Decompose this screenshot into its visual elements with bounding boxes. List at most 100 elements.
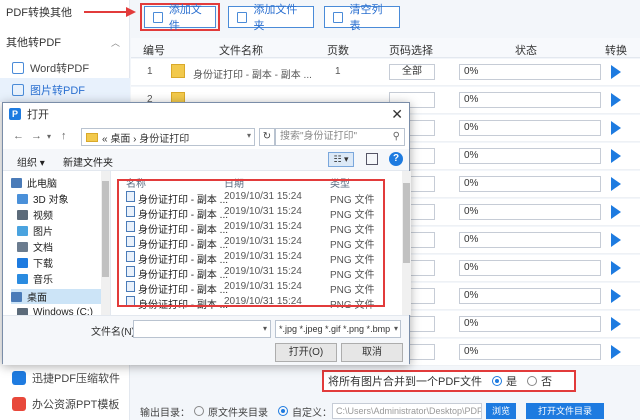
progress-bar: 0% bbox=[459, 148, 601, 164]
merge-option-bar: 将所有图片合并到一个PDF文件 是 否 bbox=[322, 370, 576, 392]
image-icon bbox=[12, 84, 24, 96]
progress-bar: 0% bbox=[459, 204, 601, 220]
play-icon[interactable] bbox=[611, 233, 621, 247]
refresh-button[interactable]: ↻ bbox=[259, 128, 275, 146]
play-icon[interactable] bbox=[611, 149, 621, 163]
sidebar-item-label: 迅捷PDF压缩软件 bbox=[32, 373, 120, 385]
image-thumbnail-icon bbox=[171, 64, 185, 78]
sidebar-item-word-to-pdf[interactable]: Word转PDF bbox=[0, 56, 130, 80]
play-icon[interactable] bbox=[611, 93, 621, 107]
sidebar-section-label: PDF转换其他 bbox=[6, 7, 72, 19]
filename-label: 文件名(N): bbox=[91, 327, 138, 338]
add-folder-label: 添加文件夹 bbox=[253, 4, 298, 32]
play-icon[interactable] bbox=[611, 177, 621, 191]
chevron-down-icon[interactable]: ▾ bbox=[247, 131, 251, 140]
play-icon[interactable] bbox=[611, 261, 621, 275]
sidebar-item-pdf-compress[interactable]: 迅捷PDF压缩软件 bbox=[0, 366, 130, 390]
row-pages: 1 bbox=[335, 66, 341, 77]
progress-bar: 0% bbox=[459, 344, 601, 360]
merge-no-radio[interactable] bbox=[527, 376, 537, 386]
page-range-select[interactable]: 全部 bbox=[389, 64, 435, 80]
view-options-button[interactable]: ☷ ▾ bbox=[328, 152, 354, 167]
play-icon[interactable] bbox=[611, 65, 621, 79]
tree-item[interactable]: 图片 bbox=[17, 223, 53, 238]
open-output-folder-button[interactable]: 打开文件目录 bbox=[526, 403, 605, 419]
column-header: 状态 bbox=[515, 45, 537, 57]
open-button[interactable]: 打开(O) bbox=[275, 343, 337, 362]
progress-bar: 0% bbox=[459, 260, 601, 276]
back-arrow-icon[interactable]: ← bbox=[13, 130, 24, 142]
forward-arrow-icon[interactable]: → bbox=[31, 130, 42, 142]
merge-yes-radio[interactable] bbox=[492, 376, 502, 386]
tree-item[interactable]: 桌面 bbox=[11, 289, 107, 304]
document-icon bbox=[12, 62, 24, 74]
sidebar-item-ppt-templates[interactable]: 办公资源PPT模板 bbox=[0, 392, 130, 416]
tree-item-label: 桌面 bbox=[27, 293, 47, 304]
add-file-button[interactable]: 添加文件 bbox=[144, 4, 216, 32]
help-icon[interactable]: ? bbox=[389, 152, 403, 166]
sidebar-item-label: 图片转PDF bbox=[30, 85, 85, 97]
output-path-field[interactable]: C:\Users\Administrator\Desktop\PDF转换 bbox=[332, 403, 482, 419]
address-bar[interactable]: « 桌面 › 身份证打印 ▾ bbox=[81, 128, 255, 146]
chevron-down-icon[interactable]: ▾ bbox=[263, 324, 267, 333]
nav-scrollbar-thumb[interactable] bbox=[102, 181, 109, 277]
output-label: 输出目录： bbox=[140, 407, 190, 419]
address-breadcrumb: « 桌面 › 身份证打印 bbox=[102, 133, 190, 145]
file-list-scrollbar[interactable] bbox=[402, 171, 411, 315]
chevron-up-icon: ︿ bbox=[110, 37, 120, 48]
tree-item-label: 3D 对象 bbox=[33, 195, 69, 206]
progress-bar: 0% bbox=[459, 120, 601, 136]
tree-item[interactable]: 此电脑 bbox=[11, 175, 57, 190]
tree-item[interactable]: 下载 bbox=[17, 255, 53, 270]
sidebar-item-image-to-pdf[interactable]: 图片转PDF bbox=[0, 78, 130, 102]
tree-item[interactable]: 文档 bbox=[17, 239, 53, 254]
dialog-nav-row: ← → ▾ ↑ « 桌面 › 身份证打印 ▾ ↻ 搜索"身份证打印" ⚲ bbox=[3, 125, 409, 149]
output-custom-radio[interactable] bbox=[278, 406, 288, 416]
progress-bar: 0% bbox=[459, 64, 601, 80]
play-icon[interactable] bbox=[611, 289, 621, 303]
folder-icon bbox=[17, 241, 28, 252]
folder-icon bbox=[17, 209, 28, 220]
add-folder-button[interactable]: 添加文件夹 bbox=[228, 4, 314, 32]
cancel-button[interactable]: 取消 bbox=[341, 343, 403, 362]
sidebar-section-label: 其他转PDF bbox=[6, 37, 61, 49]
dialog-command-bar: 组织 ▾ 新建文件夹 ☷ ▾ ? bbox=[3, 149, 409, 171]
filename-input[interactable]: ▾ bbox=[133, 320, 271, 338]
merge-label: 将所有图片合并到一个PDF文件 bbox=[328, 376, 482, 388]
merge-yes-label: 是 bbox=[506, 376, 517, 388]
merge-no-label: 否 bbox=[541, 376, 552, 388]
tree-item-label: 图片 bbox=[33, 227, 53, 238]
navigation-pane: 此电脑 3D 对象 视频 图片 文档 下载 音乐 桌面 Windows (C:) bbox=[3, 171, 111, 318]
browse-button[interactable]: 浏览 bbox=[486, 403, 517, 419]
tree-item[interactable]: 3D 对象 bbox=[17, 191, 69, 206]
progress-bar: 0% bbox=[459, 288, 601, 304]
tree-item[interactable]: 音乐 bbox=[17, 271, 53, 286]
play-icon[interactable] bbox=[611, 317, 621, 331]
clear-list-label: 清空列表 bbox=[349, 4, 383, 32]
file-list-scrollbar-thumb[interactable] bbox=[403, 183, 410, 263]
output-original-radio[interactable] bbox=[194, 406, 204, 416]
sidebar-section-other-to-pdf[interactable]: 其他转PDF ︿ bbox=[0, 30, 130, 54]
output-directory-row: 输出目录： 原文件夹目录 自定义： C:\Users\Administrator… bbox=[140, 402, 605, 420]
play-icon[interactable] bbox=[611, 121, 621, 135]
folder-icon bbox=[11, 291, 22, 302]
tree-item[interactable]: 视频 bbox=[17, 207, 53, 222]
up-arrow-icon[interactable]: ↑ bbox=[61, 130, 67, 142]
clear-list-button[interactable]: 清空列表 bbox=[324, 4, 400, 32]
open-file-dialog: P 打开 ✕ ← → ▾ ↑ « 桌面 › 身份证打印 ▾ ↻ 搜索"身份证打印… bbox=[2, 102, 411, 365]
new-folder-button[interactable]: 新建文件夹 bbox=[63, 154, 113, 169]
column-header: 转换 bbox=[605, 45, 627, 57]
preview-pane-icon[interactable] bbox=[366, 153, 378, 165]
search-input[interactable]: 搜索"身份证打印" ⚲ bbox=[275, 128, 405, 146]
organize-menu[interactable]: 组织 ▾ bbox=[17, 154, 45, 169]
table-row[interactable]: 1 身份证打印 - 副本 - 副本 ... 1 全部 0% bbox=[131, 59, 640, 86]
nav-scrollbar[interactable] bbox=[101, 171, 110, 315]
close-icon[interactable]: ✕ bbox=[391, 106, 403, 123]
column-header: 页码选择 bbox=[389, 45, 433, 57]
app-logo-icon: P bbox=[9, 108, 21, 120]
file-type-select[interactable]: *.jpg *.jpeg *.gif *.png *.bmp ▾ bbox=[275, 320, 401, 338]
play-icon[interactable] bbox=[611, 345, 621, 359]
add-file-label: 添加文件 bbox=[168, 4, 202, 32]
play-icon[interactable] bbox=[611, 205, 621, 219]
recent-dropdown-icon[interactable]: ▾ bbox=[47, 132, 51, 141]
